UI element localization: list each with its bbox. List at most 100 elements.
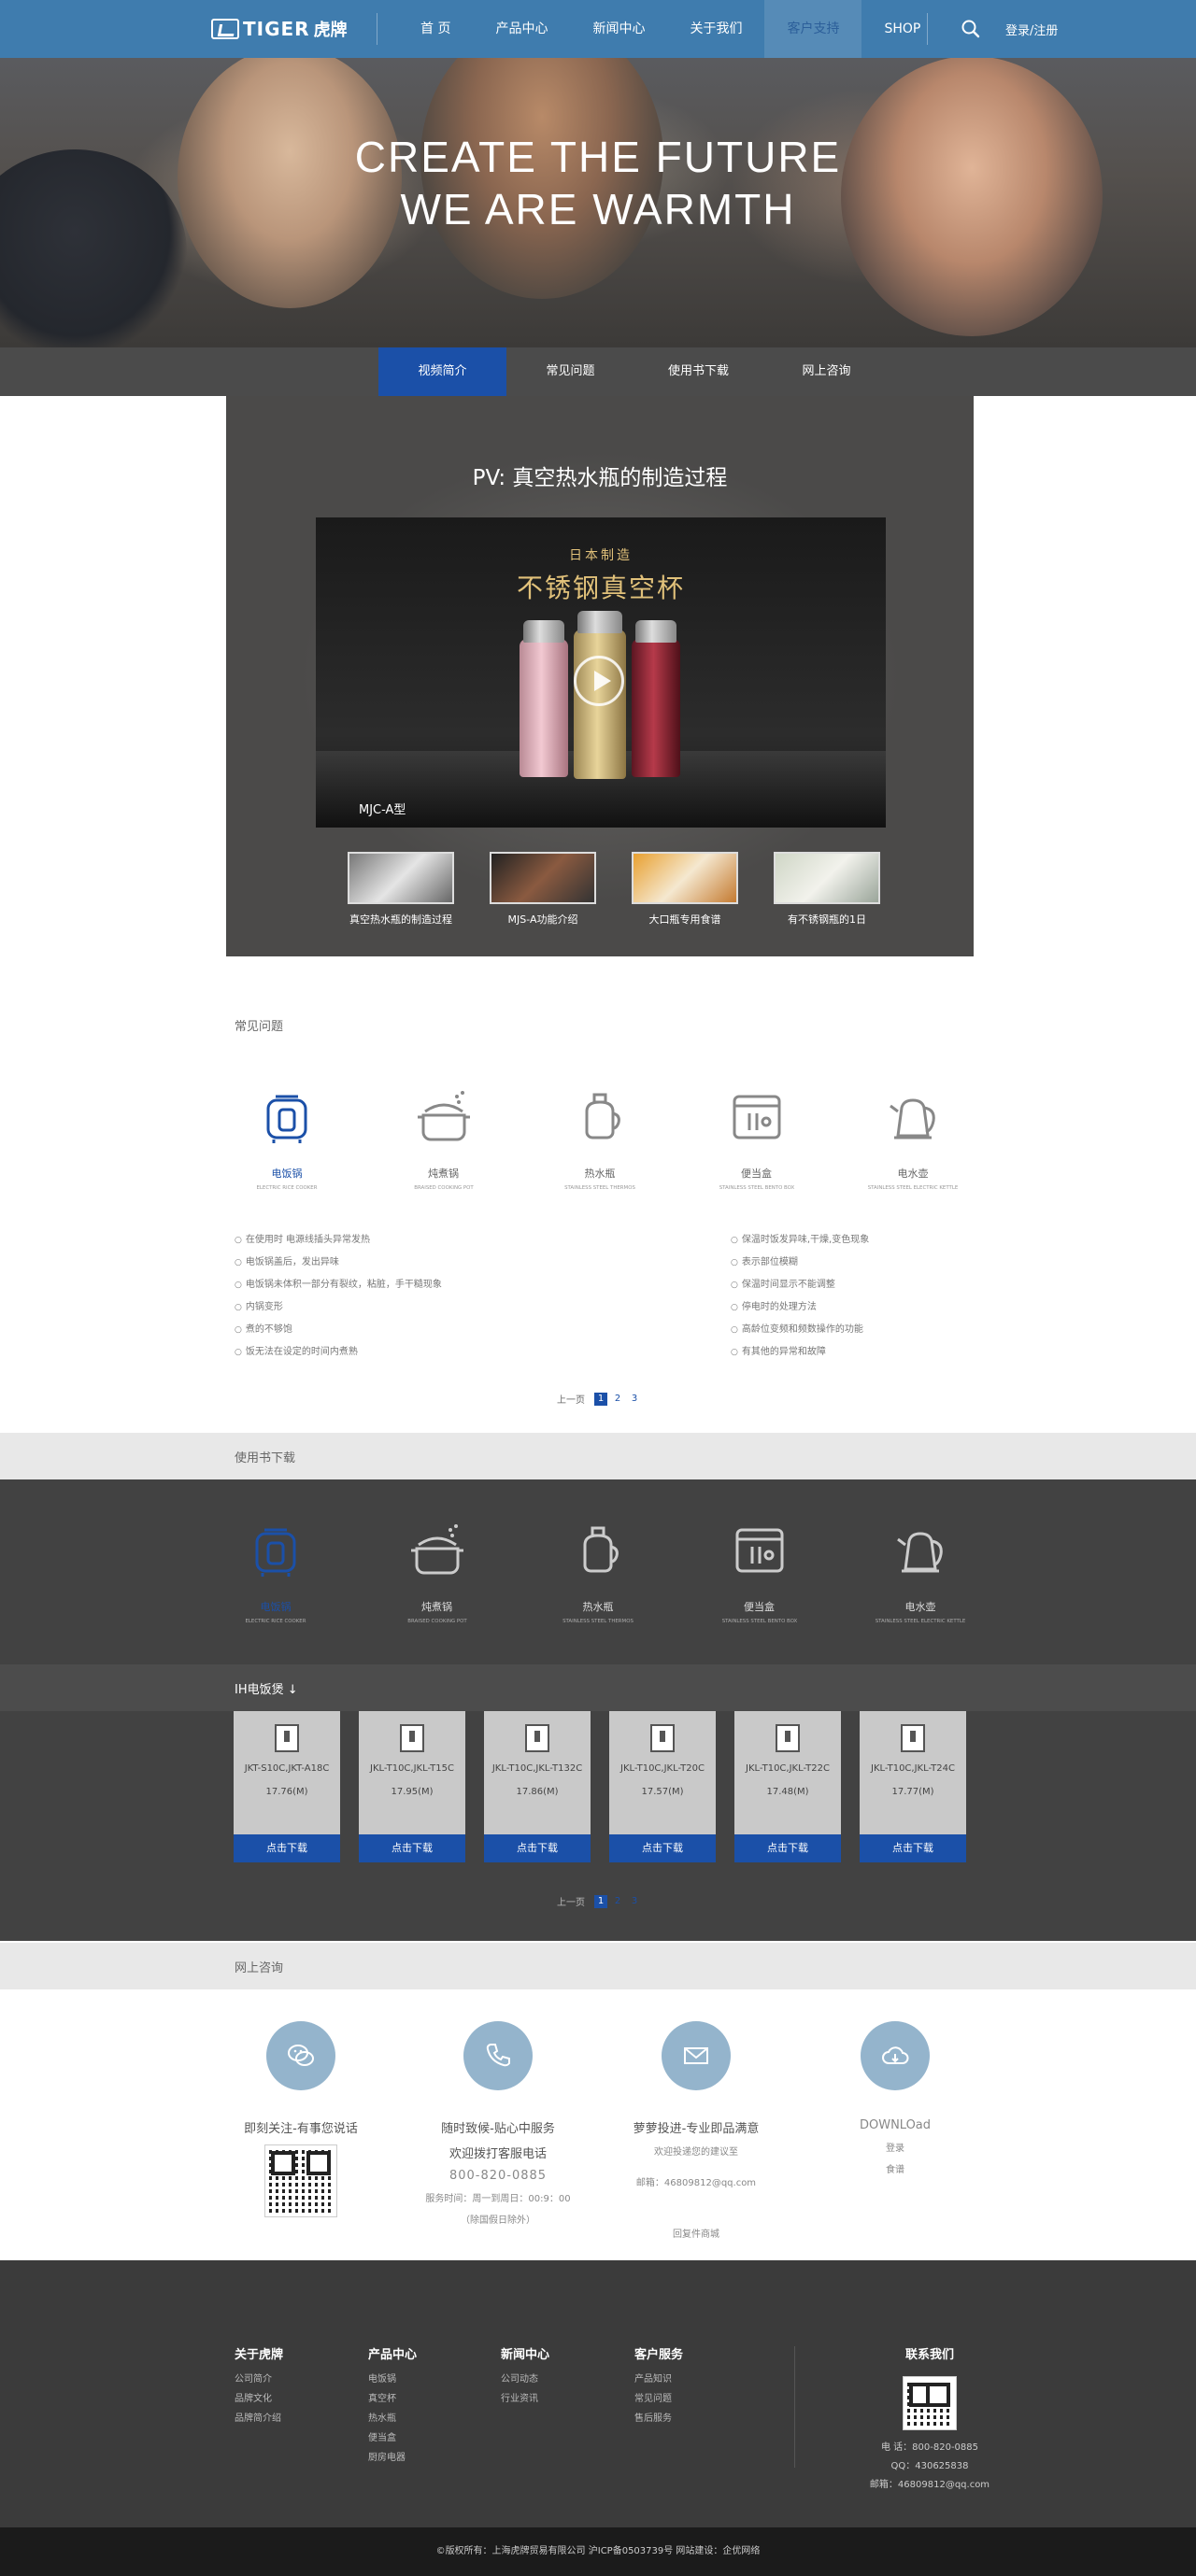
video-thumb[interactable]: 大口瓶专用食谱 [632, 852, 738, 927]
page-2[interactable]: 2 [611, 1393, 624, 1406]
prev-page-link[interactable]: 上一页 [557, 1894, 585, 1908]
footer-col-news: 新闻中心 公司动态 行业资讯 [501, 2344, 549, 2409]
mail-email[interactable]: 邮箱：46809812@qq.com [603, 2174, 790, 2188]
category-rice-cooker[interactable]: 电饭锅 ELECTRIC RICE COOKER [215, 1517, 336, 1624]
video-player[interactable]: 日本制造 不锈钢真空杯 MJC-A型 [316, 517, 886, 828]
nav-news[interactable]: 新闻中心 [570, 0, 667, 58]
faq-item[interactable]: 保温时饭发异味,干燥,变色现象 [731, 1229, 869, 1252]
footer-link[interactable]: 热水瓶 [368, 2409, 417, 2428]
footer-link[interactable]: 品牌文化 [235, 2389, 283, 2409]
nav-about[interactable]: 关于我们 [667, 0, 764, 58]
footer-link[interactable]: 品牌简介绍 [235, 2409, 283, 2428]
footer-link[interactable]: 电饭锅 [368, 2370, 417, 2389]
faq-item[interactable]: 停电时的处理方法 [731, 1296, 869, 1319]
model-filter[interactable]: IH电饭煲 ↓ [0, 1664, 1196, 1711]
card-model: JKL-T10C,JKL-T24C [871, 1763, 955, 1774]
footer-col-title: 产品中心 [368, 2348, 418, 2362]
footer-contact-title: 联系我们 [904, 2348, 954, 2362]
category-braised-pot[interactable]: 炖煮锅 BRAISED COOKING POT [377, 1517, 498, 1624]
card-body: JKL-T10C,JKL-T20C 17.57(M) [609, 1711, 716, 1834]
faq-item[interactable]: 在使用时 电源线插头异常发热 [235, 1229, 442, 1252]
faq-item[interactable]: 饭无法在设定的时间内煮熟 [235, 1341, 442, 1364]
page-1[interactable]: 1 [594, 1392, 607, 1406]
download-link-recipe[interactable]: 食谱 [802, 2161, 989, 2175]
faq-item[interactable]: 高龄位变频和频数操作的功能 [731, 1319, 869, 1341]
category-en: STAINLESS STEEL THERMOS [562, 1618, 634, 1624]
category-bento-box[interactable]: 便当盒 STAINLESS STEEL BENTO BOX [696, 1083, 818, 1191]
footer-col-title: 关于虎牌 [235, 2348, 284, 2362]
filter-dropdown[interactable]: IH电饭煲 ↓ [235, 1679, 298, 1697]
faq-item[interactable]: 内锅变形 [235, 1296, 442, 1319]
nav-products[interactable]: 产品中心 [473, 0, 570, 58]
faq-item[interactable]: 电饭锅盖后，发出异味 [235, 1252, 442, 1274]
category-braised-pot[interactable]: 炖煮锅 BRAISED COOKING POT [383, 1083, 505, 1191]
nav-shop[interactable]: SHOP [861, 0, 943, 58]
video-thumb[interactable]: MJS-A功能介绍 [490, 852, 596, 927]
footer-link[interactable]: 公司动态 [501, 2370, 549, 2389]
footer-link[interactable]: 公司简介 [235, 2370, 283, 2389]
category-electric-kettle[interactable]: 电水壶 STAINLESS STEEL ELECTRIC KETTLE [852, 1083, 974, 1191]
page-2[interactable]: 2 [611, 1895, 624, 1908]
copyright-bar: ©版权所有：上海虎牌贸易有限公司 沪ICP备0503739号 网站建设：企优网络 [0, 2527, 1196, 2576]
footer-link[interactable]: 便当盒 [368, 2428, 417, 2448]
footer-link[interactable]: 产品知识 [634, 2370, 683, 2389]
nav-support[interactable]: 客户支持 [764, 0, 862, 58]
category-name: 便当盒 [744, 1601, 775, 1613]
nav-home[interactable]: 首 页 [398, 0, 473, 58]
page-1[interactable]: 1 [594, 1894, 607, 1908]
cloud-download-icon[interactable] [861, 2021, 930, 2090]
faq-item[interactable]: 表示部位模糊 [731, 1252, 869, 1274]
mail-link[interactable]: 回复件商城 [603, 2226, 790, 2240]
faq-item[interactable]: 有其他的异常和故障 [731, 1341, 869, 1364]
prev-page-link[interactable]: 上一页 [557, 1392, 585, 1406]
category-name: 便当盒 [741, 1168, 772, 1180]
faq-item[interactable]: 煮的不够饱 [235, 1319, 442, 1341]
video-thumb[interactable]: 真空热水瓶的制造过程 [348, 852, 454, 927]
faq-list-right: 保温时饭发异味,干燥,变色现象 表示部位模糊 保温时间显示不能调整 停电时的处理… [731, 1229, 869, 1364]
download-button[interactable]: 点击下载 [484, 1834, 591, 1862]
footer-col-about: 关于虎牌 公司简介 品牌文化 品牌简介绍 [235, 2344, 283, 2428]
footer-link[interactable]: 售后服务 [634, 2409, 683, 2428]
tab-faq[interactable]: 常见问题 [506, 347, 634, 396]
download-button[interactable]: 点击下载 [860, 1834, 966, 1862]
video-thumb[interactable]: 有不锈钢瓶的1日 [774, 852, 880, 927]
category-name: 炖煮锅 [421, 1601, 452, 1613]
download-button[interactable]: 点击下载 [234, 1834, 340, 1862]
tab-manual-download[interactable]: 使用书下载 [634, 347, 762, 396]
consult-band: 网上咨询 [0, 1943, 1196, 1989]
footer-col-products: 产品中心 电饭锅 真空杯 热水瓶 便当盒 厨房电器 [368, 2344, 417, 2468]
manual-card: JKL-T10C,JKL-T132C 17.86(M) 点击下载 [484, 1711, 591, 1862]
category-bento-box[interactable]: 便当盒 STAINLESS STEEL BENTO BOX [699, 1517, 820, 1624]
download-button[interactable]: 点击下载 [734, 1834, 841, 1862]
logo[interactable]: TIGER 虎牌 [211, 17, 348, 41]
faq-categories: 电饭锅 ELECTRIC RICE COOKER 炖煮锅 BRAISED COO… [226, 1083, 974, 1191]
category-thermos[interactable]: 热水瓶 STAINLESS STEEL THERMOS [537, 1517, 659, 1624]
play-icon[interactable] [574, 656, 624, 706]
footer-link[interactable]: 常见问题 [634, 2389, 683, 2409]
footer-link[interactable]: 真空杯 [368, 2389, 417, 2409]
login-register-link[interactable]: 登录/注册 [1005, 21, 1058, 38]
phone-number[interactable]: 800-820-0885 [405, 2169, 591, 2183]
mail-icon[interactable] [662, 2021, 731, 2090]
download-button[interactable]: 点击下载 [609, 1834, 716, 1862]
category-thermos[interactable]: 热水瓶 STAINLESS STEEL THERMOS [539, 1083, 661, 1191]
category-rice-cooker[interactable]: 电饭锅 ELECTRIC RICE COOKER [226, 1083, 348, 1191]
wechat-icon[interactable] [266, 2021, 335, 2090]
mail-text: 欢迎投递您的建议至 [654, 2147, 738, 2158]
download-button[interactable]: 点击下载 [359, 1834, 465, 1862]
search-icon[interactable] [961, 19, 981, 39]
faq-item[interactable]: 保温时间显示不能调整 [731, 1274, 869, 1296]
faq-item[interactable]: 电饭锅未体积一部分有裂纹，粘脏，手干糙现象 [235, 1274, 442, 1296]
footer-link[interactable]: 行业资讯 [501, 2389, 549, 2409]
tab-video-intro[interactable]: 视频简介 [378, 347, 506, 396]
phone-icon[interactable] [463, 2021, 533, 2090]
category-electric-kettle[interactable]: 电水壶 STAINLESS STEEL ELECTRIC KETTLE [860, 1517, 981, 1624]
thumb-image [348, 852, 454, 904]
footer-link[interactable]: 厨房电器 [368, 2448, 417, 2468]
tab-online-consult[interactable]: 网上咨询 [762, 347, 890, 396]
page-3[interactable]: 3 [628, 1895, 641, 1908]
page-3[interactable]: 3 [628, 1393, 641, 1406]
manual-card: JKL-T10C,JKL-T24C 17.77(M) 点击下载 [860, 1711, 966, 1862]
download-link-login[interactable]: 登录 [802, 2140, 989, 2154]
card-body: JKL-T10C,JKL-T24C 17.77(M) [860, 1711, 966, 1834]
